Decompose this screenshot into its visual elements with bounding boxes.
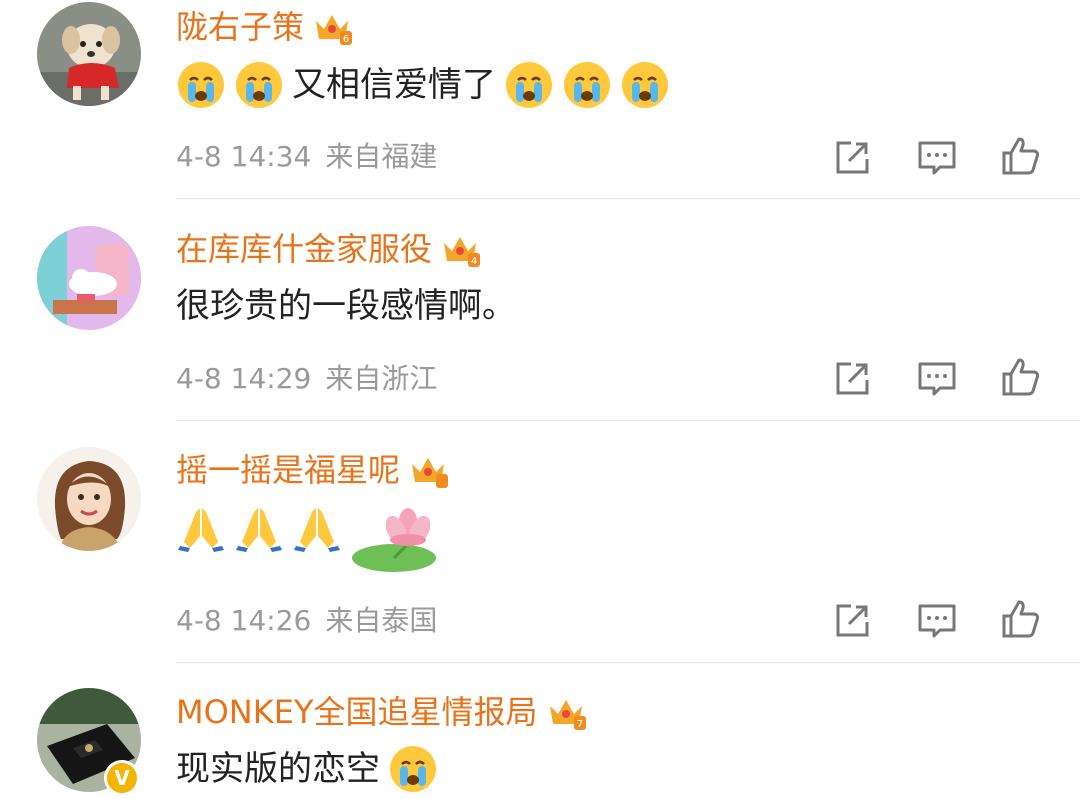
like-button[interactable]	[1000, 356, 1042, 398]
pray-emoji-icon	[292, 502, 342, 552]
cry-emoji-icon	[562, 60, 612, 110]
comment-icon	[918, 362, 956, 396]
username[interactable]: 摇一摇是福星呢	[176, 450, 449, 490]
avatar[interactable]	[37, 2, 141, 106]
comment-meta: 4-8 14:26 来自泰国	[176, 603, 437, 639]
username-text[interactable]: 在库库什金家服役	[176, 229, 432, 269]
thumbs-up-icon	[1002, 600, 1040, 638]
comment-date: 4-8 14:29	[176, 362, 312, 395]
member-crown-icon: 7	[546, 694, 586, 730]
svg-text:6: 6	[343, 34, 349, 45]
username[interactable]: 在库库什金家服役 4	[176, 229, 481, 269]
comment-meta: 4-8 14:34 来自福建	[176, 139, 437, 175]
username-text[interactable]: MONKEY全国追星情报局	[176, 692, 538, 732]
avatar[interactable]	[37, 447, 141, 551]
username[interactable]: 陇右子策 6	[176, 7, 353, 47]
comment-meta: 4-8 14:29 来自浙江	[176, 361, 437, 397]
cry-emoji-icon	[234, 60, 284, 110]
cry-emoji-icon	[504, 60, 554, 110]
comment-text: 现实版的恋空	[176, 749, 380, 789]
cry-emoji-icon	[620, 60, 670, 110]
pray-emoji-icon	[176, 502, 226, 552]
share-icon	[836, 141, 869, 174]
divider	[176, 420, 1080, 421]
comment-date: 4-8 14:34	[176, 140, 312, 173]
thumbs-up-icon	[1002, 358, 1040, 396]
comment-icon	[918, 141, 956, 175]
username-text[interactable]: 摇一摇是福星呢	[176, 450, 400, 490]
share-button[interactable]	[831, 600, 873, 642]
member-crown-icon: 6	[312, 9, 353, 45]
share-icon	[836, 362, 869, 395]
divider	[176, 662, 1080, 663]
comment-content: 现实版的恋空	[176, 744, 446, 794]
member-crown-icon	[408, 452, 449, 488]
reply-button[interactable]	[916, 358, 958, 400]
username[interactable]: MONKEY全国追星情报局 7	[176, 692, 586, 732]
lotus-emoji-icon	[350, 500, 446, 574]
reply-button[interactable]	[916, 137, 958, 179]
cry-emoji-icon	[388, 744, 438, 794]
comment-icon	[918, 604, 956, 638]
comment-text: 很珍贵的一段感情啊。	[176, 286, 516, 326]
comment-location: 来自浙江	[325, 362, 438, 395]
comment-content: 又相信爱情了	[176, 60, 678, 110]
share-button[interactable]	[831, 137, 873, 179]
share-button[interactable]	[831, 358, 873, 400]
cry-emoji-icon	[176, 60, 226, 110]
svg-text:4: 4	[471, 256, 477, 267]
divider	[176, 198, 1080, 199]
like-button[interactable]	[1000, 135, 1042, 177]
avatar[interactable]	[37, 226, 141, 330]
share-icon	[836, 604, 869, 637]
like-button[interactable]	[1000, 598, 1042, 640]
comment-content	[176, 500, 446, 580]
comment-location: 来自泰国	[325, 604, 438, 637]
comment-text: 又相信爱情了	[292, 65, 496, 105]
member-crown-icon: 4	[440, 231, 481, 267]
reply-button[interactable]	[916, 600, 958, 642]
thumbs-up-icon	[1002, 137, 1040, 175]
verified-badge: V	[104, 760, 140, 796]
comment-date: 4-8 14:26	[176, 604, 312, 637]
svg-text:7: 7	[576, 719, 582, 730]
username-text[interactable]: 陇右子策	[176, 7, 304, 47]
comment-location: 来自福建	[325, 140, 438, 173]
pray-emoji-icon	[234, 502, 284, 552]
comment-content: 很珍贵的一段感情啊。	[176, 282, 516, 330]
